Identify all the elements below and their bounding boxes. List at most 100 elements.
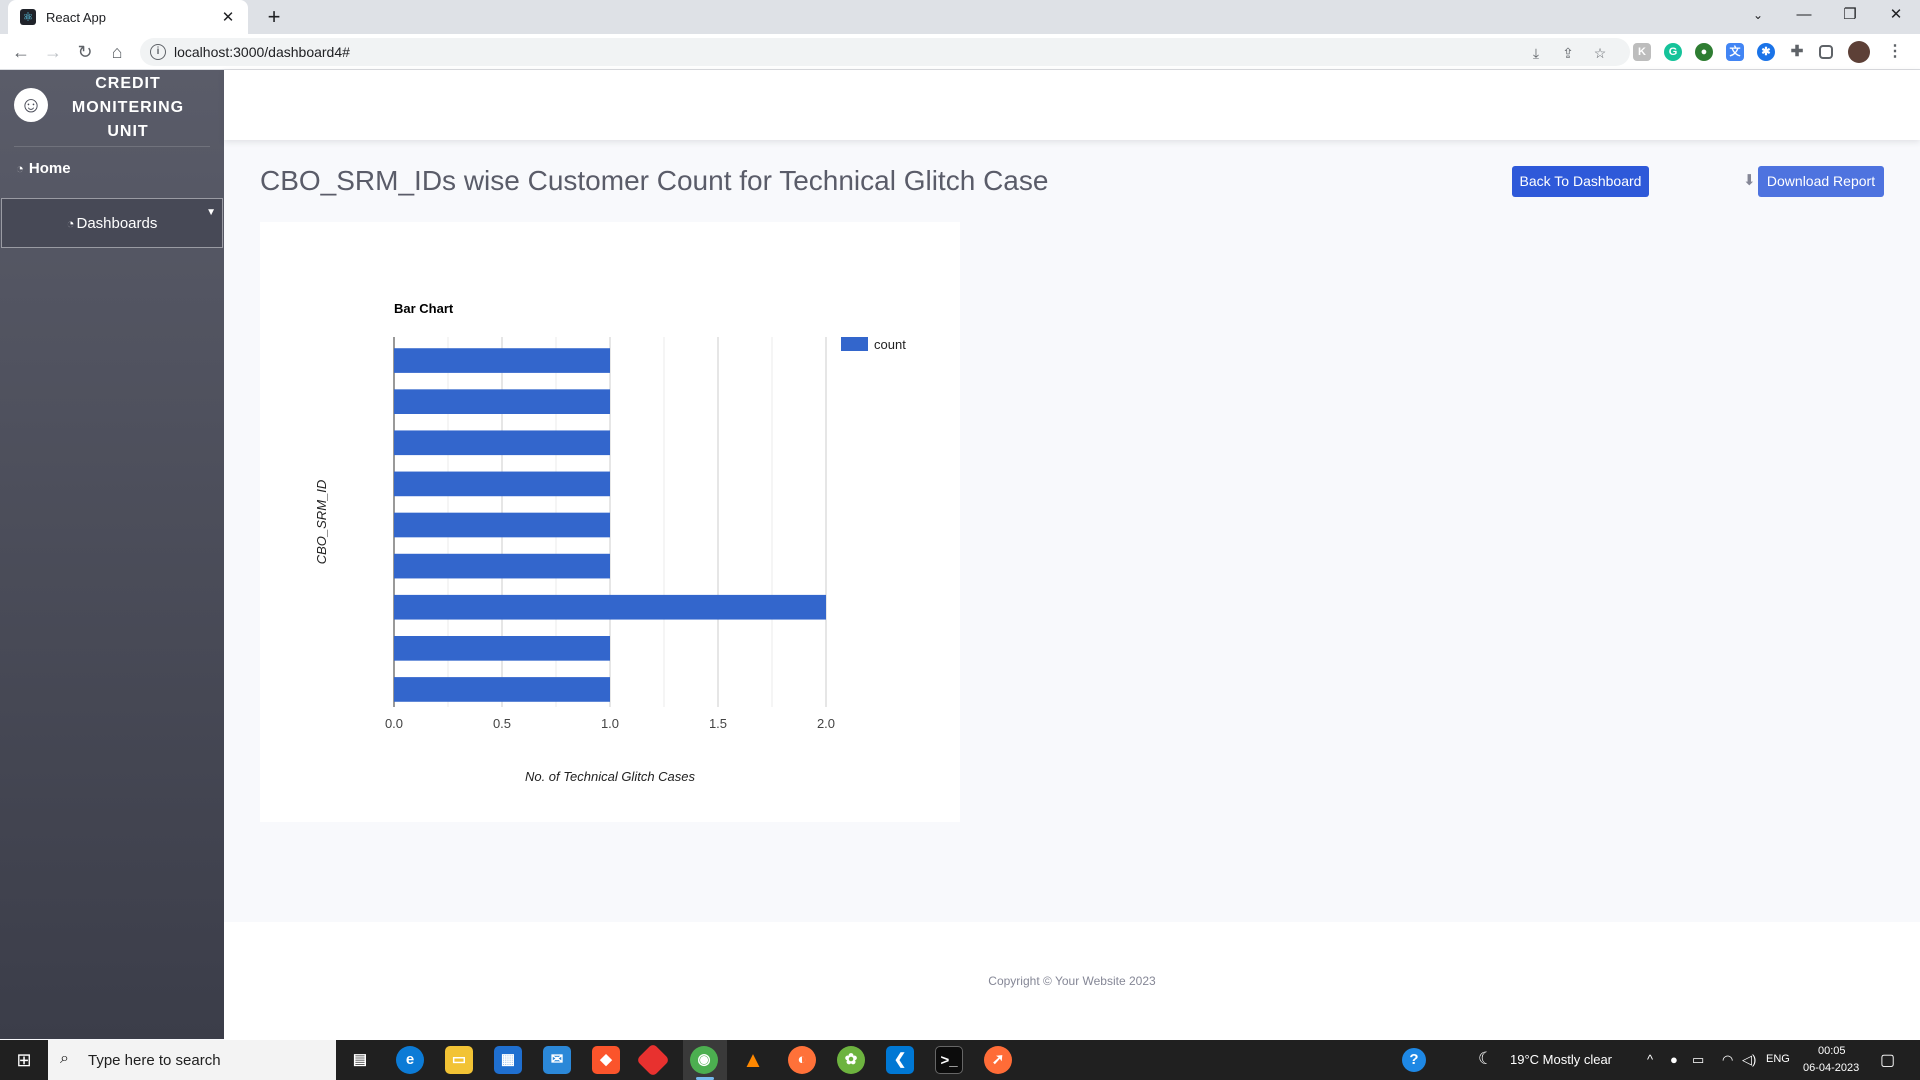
brave-icon[interactable]: ◆	[592, 1046, 620, 1074]
caret-down-icon[interactable]: ▼	[206, 207, 216, 218]
windows-taskbar: ⊞ ⌕ Type here to search ▤ e ▭ ▦ ✉ ◆ ◉ ▲ …	[0, 1040, 1920, 1080]
reload-icon[interactable]: ↻	[73, 40, 97, 64]
weather-text[interactable]: 19°C Mostly clear	[1510, 1052, 1612, 1067]
anydesk-icon[interactable]	[636, 1043, 670, 1077]
profile-avatar[interactable]	[1848, 41, 1870, 63]
taskbar-search-placeholder: Type here to search	[88, 1052, 221, 1069]
chart-card: 0.0 0.5 1.0 1.5 2.0 Bar Chart No. of Technic…	[260, 222, 960, 822]
forward-arrow-icon[interactable]: →	[41, 40, 65, 64]
edge-icon[interactable]: e	[396, 1046, 424, 1074]
brand-text: CREDIT MONITERING UNIT	[56, 72, 200, 144]
sidebar-item-dashboards[interactable]: ◔ Dashboards ▼	[1, 198, 223, 248]
page-title: CBO_SRM_IDs wise Customer Count for Tech…	[260, 165, 1049, 196]
bookmark-star-icon[interactable]: ☆	[1591, 44, 1609, 62]
extensions-puzzle-icon[interactable]: ✚	[1788, 43, 1806, 61]
firefox-icon[interactable]: ◐	[788, 1046, 816, 1074]
vlc-icon[interactable]: ▲	[739, 1046, 767, 1074]
search-icon: ⌕	[60, 1050, 69, 1067]
minimize-icon[interactable]: —	[1781, 0, 1827, 30]
help-icon[interactable]: ?	[1402, 1048, 1426, 1072]
tab-close-icon[interactable]: ✕	[220, 8, 236, 26]
browser-toolbar: ← → ↻ ⌂ i localhost:3000/dashboard4# ⤓ ⇪…	[0, 34, 1920, 70]
bar[interactable]	[394, 389, 610, 414]
windows-start-icon[interactable]: ⊞	[0, 1040, 48, 1080]
task-view-icon[interactable]: ▤	[346, 1046, 374, 1074]
weather-moon-icon: ☾	[1478, 1049, 1494, 1068]
footer: Copyright © Your Website 2023	[224, 922, 1920, 1040]
tray-chevron-icon[interactable]: ^	[1647, 1052, 1653, 1067]
x-tick-label: 1.5	[709, 716, 727, 731]
brand-line-3: UNIT	[107, 123, 149, 140]
file-explorer-icon[interactable]: ▭	[445, 1046, 473, 1074]
bar[interactable]	[394, 471, 610, 497]
back-arrow-icon[interactable]: ←	[9, 40, 33, 64]
side-panel-icon[interactable]	[1819, 45, 1833, 59]
react-favicon-icon: ⚛	[20, 9, 36, 25]
language-indicator[interactable]: ENG	[1766, 1053, 1790, 1065]
site-info-icon[interactable]: i	[150, 44, 166, 60]
bar-chart: 0.0 0.5 1.0 1.5 2.0 Bar Chart No. of Technic…	[314, 301, 906, 784]
bar[interactable]	[394, 512, 610, 538]
legend-label: count	[874, 337, 906, 352]
extension-green-icon[interactable]: ●	[1695, 43, 1713, 61]
bar[interactable]	[394, 636, 610, 661]
tab-title: React App	[46, 9, 106, 25]
terminal-icon[interactable]: >_	[935, 1046, 963, 1074]
menu-kebab-icon[interactable]: ⋮	[1886, 43, 1904, 61]
download-icon: ⬇	[1743, 172, 1756, 189]
sidebar-brand[interactable]: ☺ CREDIT MONITERING UNIT	[0, 70, 224, 140]
new-tab-icon[interactable]: +	[260, 4, 288, 30]
translate-icon[interactable]: 文	[1726, 43, 1744, 61]
postman-icon[interactable]: ➚	[984, 1046, 1012, 1074]
taskbar-search-box[interactable]: ⌕ Type here to search	[48, 1040, 336, 1080]
extension-blue-icon[interactable]: ✱	[1757, 43, 1775, 61]
store-icon[interactable]: ▦	[494, 1046, 522, 1074]
x-axis-label: No. of Technical Glitch Cases	[525, 769, 696, 784]
x-tick-label: 1.0	[601, 716, 619, 731]
bar[interactable]	[394, 348, 610, 373]
sidebar: ☺ CREDIT MONITERING UNIT ◔ Home ◔ Dashbo…	[0, 70, 224, 1039]
legend-swatch	[841, 337, 868, 351]
mail-icon[interactable]: ✉	[543, 1046, 571, 1074]
brand-line-2: MONITERING	[71, 99, 185, 116]
back-to-dashboard-button[interactable]: Back To Dashboard	[1512, 166, 1649, 197]
sidebar-item-home[interactable]: ◔ Home	[16, 160, 71, 177]
install-icon[interactable]: ⤓	[1527, 44, 1545, 62]
browser-tab[interactable]: ⚛ React App ✕	[8, 0, 248, 34]
x-tick-label: 0.5	[493, 716, 511, 731]
grammarly-icon[interactable]: G	[1664, 43, 1682, 61]
tachometer-icon: ◔	[16, 161, 24, 176]
sidebar-item-home-label: Home	[28, 160, 71, 177]
clock-time[interactable]: 00:05	[1818, 1045, 1846, 1057]
share-icon[interactable]: ⇪	[1559, 44, 1577, 62]
bar[interactable]	[394, 553, 610, 579]
bar[interactable]	[394, 677, 610, 702]
address-bar[interactable]: i localhost:3000/dashboard4# ⤓ ⇪ ☆	[140, 38, 1630, 66]
browser-tabbar: ⚛ React App ✕ + ⌄ — ❐ ✕	[0, 0, 1920, 34]
copyright-text: Copyright © Your Website 2023	[988, 974, 1156, 988]
close-window-icon[interactable]: ✕	[1873, 0, 1919, 30]
microphone-icon[interactable]: ●	[1670, 1052, 1678, 1067]
bar[interactable]	[394, 430, 610, 456]
sidebar-divider	[14, 146, 210, 147]
laugh-wink-icon: ☺	[14, 88, 48, 122]
battery-icon[interactable]: ▭	[1692, 1052, 1704, 1068]
wifi-icon[interactable]: ◠	[1722, 1052, 1733, 1068]
topbar	[224, 70, 1920, 140]
spring-tools-icon[interactable]: ✿	[837, 1046, 865, 1074]
tachometer-icon: ◔	[66, 215, 75, 231]
restore-icon[interactable]: ❐	[1827, 0, 1873, 30]
chart-title: Bar Chart	[394, 301, 454, 316]
extension-icon[interactable]: K	[1633, 43, 1651, 61]
chart-x-ticks: 0.0 0.5 1.0 1.5 2.0	[385, 716, 835, 731]
bar[interactable]	[394, 594, 826, 620]
x-tick-label: 2.0	[817, 716, 835, 731]
tab-search-icon[interactable]: ⌄	[1735, 0, 1781, 30]
download-report-button[interactable]: Download Report	[1758, 166, 1884, 197]
notification-icon[interactable]: ▢	[1880, 1050, 1895, 1070]
clock-date[interactable]: 06-04-2023	[1803, 1062, 1859, 1074]
vscode-icon[interactable]: ❮	[886, 1046, 914, 1074]
chrome-icon[interactable]: ◉	[690, 1046, 718, 1074]
volume-icon[interactable]: ◁)	[1742, 1052, 1756, 1068]
home-icon[interactable]: ⌂	[105, 40, 129, 64]
